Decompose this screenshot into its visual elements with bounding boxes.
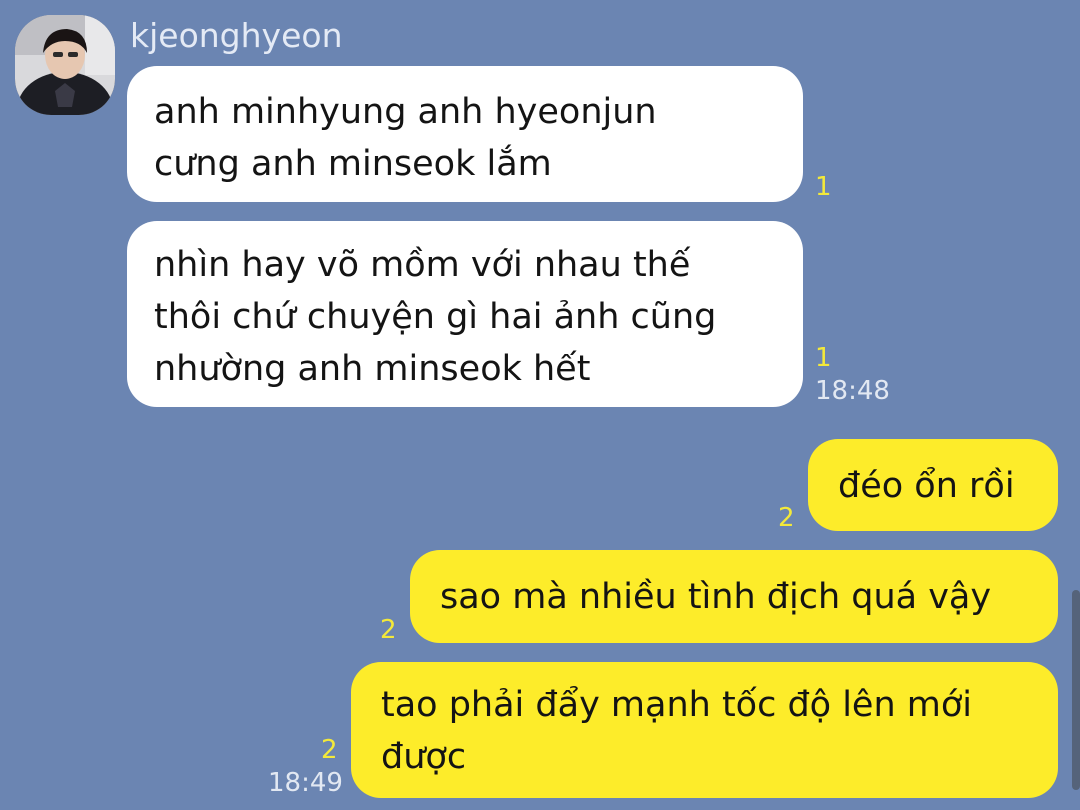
sender-avatar[interactable] [15,15,115,115]
sender-name: kjeonghyeon [130,16,343,55]
message-line: tao phải đẩy mạnh tốc độ lên mới [381,685,973,725]
scrollbar[interactable] [1072,590,1080,790]
incoming-message-bubble[interactable]: nhìn hay võ mồm với nhau thế thôi chứ ch… [127,221,803,407]
outgoing-message-bubble[interactable]: tao phải đẩy mạnh tốc độ lên mới được [351,662,1058,798]
message-line: đéo ổn rồi [838,466,1015,506]
read-count: 1 [815,343,832,373]
message-line: cưng anh minseok lắm [154,144,552,184]
message-line: được [381,737,467,777]
read-count: 2 [778,503,795,533]
message-line: nhường anh minseok hết [154,349,591,389]
avatar-photo-icon [15,15,115,115]
message-timestamp: 18:48 [815,376,890,406]
message-timestamp: 18:49 [268,768,343,798]
message-line: anh minhyung anh hyeonjun [154,92,657,132]
read-count: 1 [815,172,832,202]
message-line: thôi chứ chuyện gì hai ảnh cũng [154,297,717,337]
read-count: 2 [380,615,397,645]
outgoing-message-bubble[interactable]: đéo ổn rồi [808,439,1058,531]
message-line: sao mà nhiều tình địch quá vậy [440,577,992,617]
message-line: nhìn hay võ mồm với nhau thế [154,245,691,285]
incoming-message-bubble[interactable]: anh minhyung anh hyeonjun cưng anh minse… [127,66,803,202]
read-count: 2 [321,735,338,765]
outgoing-message-bubble[interactable]: sao mà nhiều tình địch quá vậy [410,550,1058,643]
